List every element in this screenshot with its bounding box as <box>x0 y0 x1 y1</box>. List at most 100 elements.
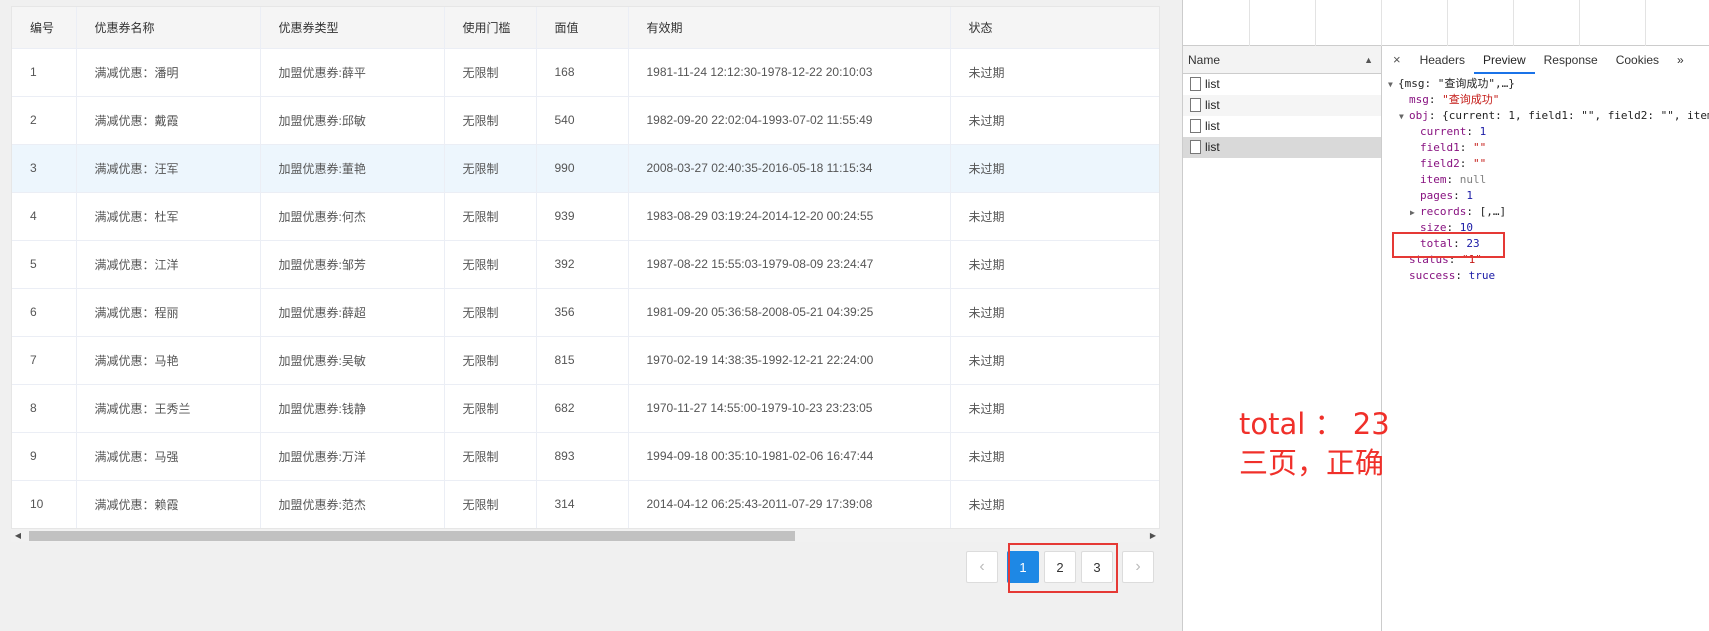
cell-type: 加盟优惠券:薛平 <box>260 48 445 97</box>
json-value: 1 <box>1466 189 1473 202</box>
cell-threshold: 无限制 <box>444 96 537 145</box>
cell-id: 8 <box>12 384 77 433</box>
table-row[interactable]: 10 满减优惠：赖霞 加盟优惠券:范杰 无限制 314 2014-04-12 0… <box>12 480 1159 529</box>
scrollbar-thumb[interactable] <box>29 531 795 541</box>
devtools-panel: Name ▲ list list list list × Headers Pre… <box>1182 0 1709 631</box>
tab-cookies[interactable]: Cookies <box>1607 46 1668 74</box>
more-tabs-icon[interactable]: » <box>1668 46 1693 74</box>
json-key: msg <box>1409 93 1429 106</box>
cell-type: 加盟优惠券:董艳 <box>260 144 445 193</box>
table-header-row: 编号 优惠券名称 优惠券类型 使用门槛 面值 有效期 状态 <box>12 7 1159 49</box>
request-item-selected[interactable]: list <box>1183 137 1381 158</box>
cell-id: 7 <box>12 336 77 385</box>
screenshot-root: 编号 优惠券名称 优惠券类型 使用门槛 面值 有效期 状态 1 满减优惠：潘明 … <box>0 0 1709 631</box>
prev-page-button[interactable]: ‹ <box>966 551 998 583</box>
cell-type: 加盟优惠券:钱静 <box>260 384 445 433</box>
json-line-records[interactable]: ▶ records: [,…] <box>1383 204 1709 220</box>
cell-type: 加盟优惠券:何杰 <box>260 192 445 241</box>
json-value: "查询成功" <box>1442 93 1500 106</box>
json-value: [,…] <box>1479 205 1507 218</box>
cell-period: 2008-03-27 02:40:35-2016-05-18 11:15:34 <box>628 144 951 193</box>
red-annotation: total ： 23 三页，正确 <box>1239 405 1390 483</box>
request-item[interactable]: list <box>1183 116 1381 137</box>
cell-value: 682 <box>536 384 629 433</box>
annotation-line-2: 三页，正确 <box>1239 446 1385 480</box>
cell-name: 满减优惠：王秀兰 <box>76 384 261 433</box>
cell-threshold: 无限制 <box>444 336 537 385</box>
cell-id: 2 <box>12 96 77 145</box>
json-value: true <box>1468 269 1496 282</box>
cell-value: 893 <box>536 432 629 481</box>
table-row-hovered[interactable]: 3 满减优惠：汪军 加盟优惠券:董艳 无限制 990 2008-03-27 02… <box>12 144 1159 193</box>
cell-period: 1970-02-19 14:38:35-1992-12-21 22:24:00 <box>628 336 951 385</box>
json-line-item: item: null <box>1420 173 1487 186</box>
json-root-line[interactable]: ▼ {msg: "查询成功",…} <box>1383 76 1709 92</box>
col-header-period[interactable]: 有效期 <box>628 7 951 49</box>
next-page-button[interactable]: › <box>1122 551 1154 583</box>
cell-name: 满减优惠：程丽 <box>76 288 261 337</box>
scroll-right-icon[interactable]: ▶ <box>1148 531 1158 541</box>
cell-type: 加盟优惠券:万洋 <box>260 432 445 481</box>
request-item[interactable]: list <box>1183 95 1381 116</box>
scroll-left-icon[interactable]: ◀ <box>13 531 23 541</box>
json-key: obj <box>1409 109 1429 122</box>
json-key: records <box>1420 205 1467 218</box>
col-header-id[interactable]: 编号 <box>12 7 77 49</box>
cell-status: 未过期 <box>950 384 1159 433</box>
col-header-type[interactable]: 优惠券类型 <box>260 7 445 49</box>
cell-status: 未过期 <box>950 336 1159 385</box>
cell-type: 加盟优惠券:邹芳 <box>260 240 445 289</box>
cell-name: 满减优惠：江洋 <box>76 240 261 289</box>
coupon-table: 编号 优惠券名称 优惠券类型 使用门槛 面值 有效期 状态 1 满减优惠：潘明 … <box>11 6 1160 542</box>
json-preview: ▼ {msg: "查询成功",…} msg: "查询成功" ▼ obj: {curr… <box>1383 76 1709 376</box>
request-name: list <box>1205 119 1220 133</box>
cell-name: 满减优惠：汪军 <box>76 144 261 193</box>
sort-up-icon[interactable]: ▲ <box>1364 46 1373 74</box>
table-row[interactable]: 4 满减优惠：杜军 加盟优惠券:何杰 无限制 939 1983-08-29 03… <box>12 192 1159 241</box>
cell-value: 314 <box>536 480 629 529</box>
table-row[interactable]: 5 满减优惠：江洋 加盟优惠券:邹芳 无限制 392 1987-08-22 15… <box>12 240 1159 289</box>
close-icon[interactable]: × <box>1383 46 1411 74</box>
cell-status: 未过期 <box>950 192 1159 241</box>
cell-id: 4 <box>12 192 77 241</box>
cell-threshold: 无限制 <box>444 144 537 193</box>
cell-name: 满减优惠：赖霞 <box>76 480 261 529</box>
request-item[interactable]: list <box>1183 74 1381 95</box>
table-row[interactable]: 2 满减优惠：戴霞 加盟优惠券:邱敏 无限制 540 1982-09-20 22… <box>12 96 1159 145</box>
cell-period: 1981-09-20 05:36:58-2008-05-21 04:39:25 <box>628 288 951 337</box>
table-row[interactable]: 1 满减优惠：潘明 加盟优惠券:薛平 无限制 168 1981-11-24 12… <box>12 48 1159 97</box>
table-row[interactable]: 6 满减优惠：程丽 加盟优惠券:薛超 无限制 356 1981-09-20 05… <box>12 288 1159 337</box>
cell-status: 未过期 <box>950 480 1159 529</box>
cell-period: 1987-08-22 15:55:03-1979-08-09 23:24:47 <box>628 240 951 289</box>
expanded-caret-icon[interactable]: ▼ <box>1399 109 1409 125</box>
col-header-value[interactable]: 面值 <box>536 7 629 49</box>
total-highlight-box <box>1392 232 1505 258</box>
col-header-status[interactable]: 状态 <box>950 7 1159 49</box>
cell-value: 168 <box>536 48 629 97</box>
cell-status: 未过期 <box>950 432 1159 481</box>
table-row[interactable]: 9 满减优惠：马强 加盟优惠券:万洋 无限制 893 1994-09-18 00… <box>12 432 1159 481</box>
table-row[interactable]: 7 满减优惠：马艳 加盟优惠券:吴敏 无限制 815 1970-02-19 14… <box>12 336 1159 385</box>
tab-response[interactable]: Response <box>1535 46 1607 74</box>
cell-threshold: 无限制 <box>444 432 537 481</box>
cell-type: 加盟优惠券:邱敏 <box>260 96 445 145</box>
pagination-highlight-box <box>1008 543 1118 593</box>
json-line-obj[interactable]: ▼ obj: {current: 1, field1: "", field2: "… <box>1383 108 1709 124</box>
col-header-threshold[interactable]: 使用门槛 <box>444 7 537 49</box>
network-waterfall-overview <box>1183 0 1709 46</box>
request-name: list <box>1205 98 1220 112</box>
expanded-caret-icon[interactable]: ▼ <box>1388 77 1398 93</box>
cell-status: 未过期 <box>950 240 1159 289</box>
tab-preview[interactable]: Preview <box>1473 46 1535 74</box>
json-key: field1 <box>1420 141 1460 154</box>
collapsed-caret-icon[interactable]: ▶ <box>1410 205 1420 221</box>
horizontal-scrollbar[interactable]: ◀ ▶ <box>11 528 1160 542</box>
cell-id: 9 <box>12 432 77 481</box>
cell-value: 990 <box>536 144 629 193</box>
table-row[interactable]: 8 满减优惠：王秀兰 加盟优惠券:钱静 无限制 682 1970-11-27 1… <box>12 384 1159 433</box>
cell-period: 2014-04-12 06:25:43-2011-07-29 17:39:08 <box>628 480 951 529</box>
col-header-name[interactable]: 优惠券名称 <box>76 7 261 49</box>
tab-headers[interactable]: Headers <box>1411 46 1474 74</box>
document-icon <box>1190 119 1201 133</box>
name-column-header[interactable]: Name ▲ <box>1183 46 1381 74</box>
